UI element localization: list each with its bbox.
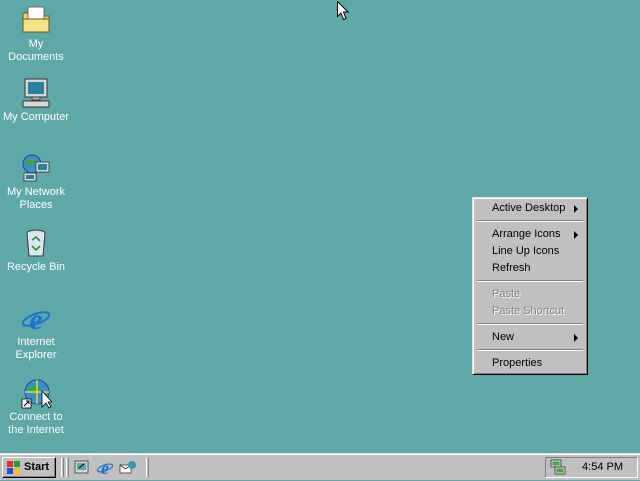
desktop-icon-my-documents[interactable]: My Documents — [0, 4, 72, 64]
taskbar: Start e 4:54 PM — [0, 453, 640, 480]
toolbar-grip[interactable] — [146, 458, 149, 477]
quicklaunch-internet-explorer-icon[interactable]: e — [96, 458, 114, 478]
menu-item-label: Paste Shortcut — [492, 305, 565, 317]
desktop-icon-label: Internet — [17, 336, 55, 348]
desktop-icon-label-line2: Places — [19, 199, 53, 211]
desktop-icon-label: My Documents — [8, 38, 64, 63]
recycle-bin-icon — [20, 227, 52, 259]
desktop-icon-label: My Computer — [2, 111, 70, 123]
network-connection-tray-icon[interactable] — [549, 459, 567, 476]
system-tray: 4:54 PM — [545, 457, 638, 478]
quicklaunch-outlook-express-icon[interactable] — [119, 459, 137, 476]
start-button-label: Start — [24, 461, 50, 473]
menu-item-refresh[interactable]: Refresh — [476, 260, 584, 277]
desktop-icon-my-network-places[interactable]: My Network Places — [0, 152, 72, 212]
menu-item-label: Line Up Icons — [492, 245, 560, 257]
quicklaunch-show-desktop-icon[interactable] — [73, 459, 91, 476]
desktop[interactable]: My Documents My Computer My Network Plac… — [0, 0, 640, 453]
submenu-arrow-icon — [574, 334, 578, 342]
desktop-icon-label: My Network — [6, 186, 66, 198]
network-places-icon — [20, 152, 52, 184]
svg-text:e: e — [29, 303, 42, 334]
menu-separator — [477, 220, 583, 222]
desktop-icon-label: Recycle Bin — [6, 261, 66, 273]
menu-item-label: New — [492, 331, 515, 343]
desktop-icon-label: Connect to — [9, 411, 63, 423]
menu-item-label: Refresh — [492, 262, 531, 274]
desktop-context-menu: Active Desktop Arrange Icons Line Up Ico… — [472, 197, 588, 375]
desktop-icon-internet-explorer[interactable]: e Internet Explorer — [0, 302, 72, 362]
menu-item-properties[interactable]: Properties — [476, 355, 584, 372]
menu-separator — [477, 349, 583, 351]
menu-item-label: Paste — [492, 288, 521, 300]
folder-documents-icon — [20, 4, 52, 36]
menu-item-line-up-icons[interactable]: Line Up Icons — [476, 243, 584, 260]
connect-internet-icon — [20, 377, 53, 409]
menu-item-label: Properties — [492, 357, 543, 369]
menu-item-paste-shortcut: Paste Shortcut — [476, 303, 584, 320]
desktop-icon-my-computer[interactable]: My Computer — [0, 77, 72, 124]
submenu-arrow-icon — [574, 231, 578, 239]
menu-item-label: Arrange Icons — [492, 228, 561, 240]
menu-separator — [477, 323, 583, 325]
menu-item-paste: Paste — [476, 286, 584, 303]
toolbar-grip[interactable] — [66, 458, 69, 477]
submenu-arrow-icon — [574, 205, 578, 213]
windows-logo-icon — [6, 461, 20, 474]
toolbar-grip[interactable] — [61, 458, 64, 477]
desktop-icon-label-line2: the Internet — [8, 424, 64, 436]
menu-item-new[interactable]: New — [476, 329, 584, 346]
menu-separator — [477, 280, 583, 282]
internet-explorer-icon: e — [20, 302, 52, 336]
menu-item-active-desktop[interactable]: Active Desktop — [476, 200, 584, 217]
taskbar-clock[interactable]: 4:54 PM — [582, 461, 623, 473]
start-button[interactable]: Start — [2, 457, 56, 478]
computer-icon — [20, 77, 52, 109]
desktop-icon-recycle-bin[interactable]: Recycle Bin — [0, 227, 72, 274]
menu-item-arrange-icons[interactable]: Arrange Icons — [476, 226, 584, 243]
mouse-pointer-icon — [337, 0, 350, 24]
svg-text:e: e — [101, 459, 109, 476]
desktop-icon-connect-internet[interactable]: Connect to the Internet — [0, 377, 72, 437]
menu-item-label: Active Desktop — [492, 202, 566, 214]
desktop-icon-label-line2: Explorer — [15, 349, 57, 361]
